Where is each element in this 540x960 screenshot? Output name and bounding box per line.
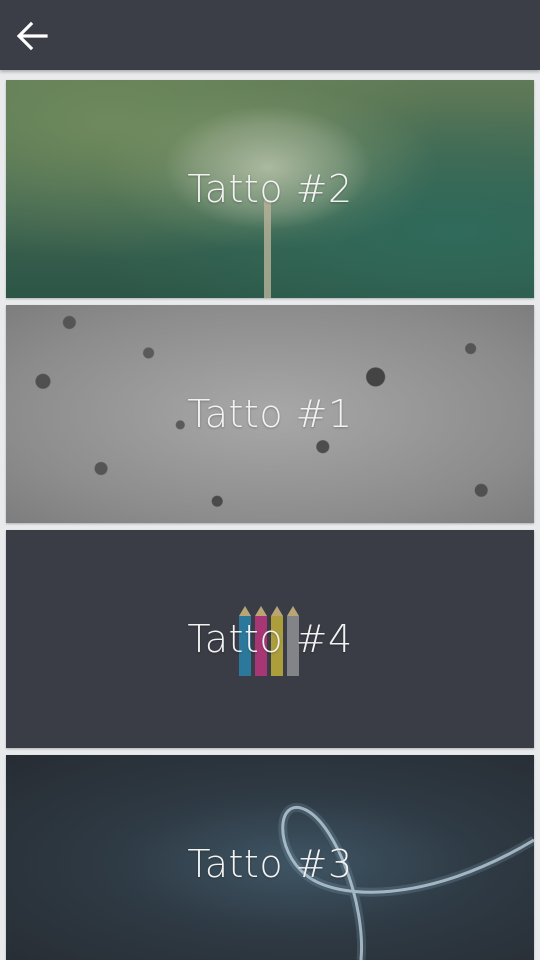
tattoo-card-4[interactable]: Tatto #4 [6,530,534,748]
back-button[interactable] [8,12,56,60]
app-bar [0,0,540,70]
tattoo-card-1[interactable]: Tatto #1 [6,305,534,523]
card-title: Tatto #4 [187,617,353,661]
tattoo-card-2[interactable]: Tatto #2 [6,80,534,298]
tattoo-list: Tatto #2 Tatto #1 Tatto #4 Tatto #3 [0,70,540,960]
arrow-left-icon [16,21,48,51]
card-title: Tatto #1 [187,392,353,436]
card-title: Tatto #3 [187,842,353,886]
tattoo-card-3[interactable]: Tatto #3 [6,755,534,960]
card-title: Tatto #2 [187,167,353,211]
